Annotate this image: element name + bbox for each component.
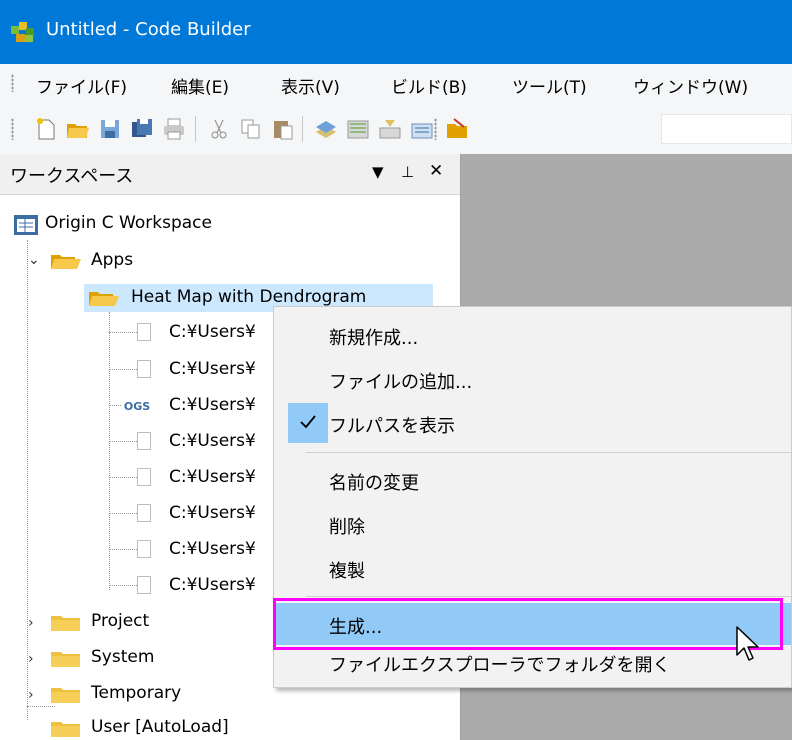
folder-open-icon <box>51 255 81 269</box>
chevron-right-icon[interactable]: › <box>28 651 34 667</box>
tree-file-item[interactable]: C:¥Users¥ <box>169 467 256 487</box>
dropdown-arrow-icon[interactable]: ▼ <box>372 163 384 181</box>
toolbar-combo[interactable] <box>661 114 792 144</box>
tree-item-temporary[interactable]: Temporary <box>91 683 181 703</box>
svg-text:OGS: OGS <box>124 400 150 413</box>
copy-icon[interactable] <box>238 116 264 142</box>
toolbar-grip[interactable] <box>11 118 14 140</box>
ogs-file-icon: OGS <box>122 395 152 415</box>
code-builder-app-icon <box>11 22 34 42</box>
folder-icon <box>51 688 80 703</box>
print-icon[interactable] <box>161 116 187 142</box>
chevron-down-icon[interactable]: ⌄ <box>28 252 40 268</box>
folder-icon <box>51 616 80 631</box>
tree-line <box>109 369 137 371</box>
chevron-right-icon[interactable]: › <box>28 687 34 703</box>
menu-item-duplicate[interactable]: 複製 <box>274 548 791 588</box>
menubar-grip[interactable] <box>11 74 14 92</box>
new-file-icon[interactable] <box>33 116 59 142</box>
open-workspace-icon[interactable] <box>445 116 471 142</box>
file-icon <box>137 323 151 341</box>
tree-item-system[interactable]: System <box>91 647 154 667</box>
menu-build[interactable]: ビルド(B) <box>391 73 467 98</box>
tree-line <box>109 332 137 334</box>
debug-build-icon[interactable] <box>377 116 403 142</box>
menu-edit[interactable]: 編集(E) <box>171 73 229 98</box>
toolbar-separator <box>302 116 303 142</box>
toolbar-grip-2[interactable] <box>434 118 437 140</box>
folder-icon <box>51 652 80 667</box>
title-bar: Untitled - Code Builder <box>0 0 792 64</box>
tree-line <box>109 405 123 407</box>
build-all-icon[interactable] <box>409 116 435 142</box>
folder-icon <box>51 722 80 737</box>
menu-window[interactable]: ウィンドウ(W) <box>633 73 748 98</box>
toolbar <box>0 102 792 155</box>
file-icon <box>137 504 151 522</box>
menu-item-show-full-path[interactable]: フルパスを表示 <box>274 403 791 443</box>
tree-line <box>109 549 137 551</box>
tree-item-apps[interactable]: Apps <box>91 250 133 270</box>
tree-line <box>109 513 137 515</box>
workspace-icon <box>14 215 38 235</box>
pin-icon[interactable]: ⊥ <box>401 163 414 181</box>
tree-file-item[interactable]: C:¥Users¥ <box>169 431 256 451</box>
tree-file-item[interactable]: C:¥Users¥ <box>169 322 256 342</box>
menu-item-rename[interactable]: 名前の変更 <box>274 460 791 500</box>
menu-separator <box>306 596 791 597</box>
close-icon[interactable]: ✕ <box>429 161 443 181</box>
menu-item-delete[interactable]: 削除 <box>274 504 791 544</box>
menu-item-new[interactable]: 新規作成... <box>274 315 791 355</box>
toolbar-separator <box>195 116 196 142</box>
file-icon <box>137 540 151 558</box>
tree-file-item[interactable]: C:¥Users¥ <box>169 539 256 559</box>
tree-file-item[interactable]: C:¥Users¥ <box>169 359 256 379</box>
menu-tools[interactable]: ツール(T) <box>512 73 587 98</box>
file-icon <box>137 360 151 378</box>
tree-file-item[interactable]: C:¥Users¥ <box>169 503 256 523</box>
menu-view[interactable]: 表示(V) <box>281 73 340 98</box>
mouse-cursor-icon <box>736 626 759 661</box>
file-icon <box>137 432 151 450</box>
build-icon[interactable] <box>313 116 339 142</box>
tree-file-item[interactable]: C:¥Users¥ <box>169 395 256 415</box>
tree-file-item[interactable]: C:¥Users¥ <box>169 575 256 595</box>
rebuild-icon[interactable] <box>345 116 371 142</box>
file-icon <box>137 468 151 486</box>
chevron-right-icon[interactable]: › <box>28 615 34 631</box>
file-icon <box>137 576 151 594</box>
tree-line <box>27 240 29 720</box>
tree-line <box>109 477 137 479</box>
folder-open-icon <box>89 292 119 306</box>
annotation-highlight-box <box>273 598 783 650</box>
cut-icon[interactable] <box>206 116 232 142</box>
window-title: Untitled - Code Builder <box>46 19 251 40</box>
tree-line <box>109 441 137 443</box>
workspace-title: ワークスペース <box>10 166 134 187</box>
tree-line <box>109 585 137 587</box>
workspace-root[interactable]: Origin C Workspace <box>45 213 212 233</box>
menu-item-open-in-explorer[interactable]: ファイルエクスプローラでフォルダを開く <box>274 645 791 685</box>
tree-item-user-autoload[interactable]: User [AutoLoad] <box>91 717 229 737</box>
tree-item-heatmap[interactable]: Heat Map with Dendrogram <box>131 287 366 307</box>
menu-file[interactable]: ファイル(F) <box>36 73 127 98</box>
menu-item-add-files[interactable]: ファイルの追加... <box>274 359 791 399</box>
workspace-header: ワークスペース ▼ ⊥ ✕ <box>0 154 460 195</box>
save-icon[interactable] <box>97 116 123 142</box>
tree-line <box>27 706 55 708</box>
menu-bar: ファイル(F) 編集(E) 表示(V) ビルド(B) ツール(T) ウィンドウ(… <box>0 64 792 102</box>
tree-item-project[interactable]: Project <box>91 611 149 631</box>
save-all-icon[interactable] <box>129 116 155 142</box>
menu-separator <box>306 452 791 453</box>
paste-icon[interactable] <box>270 116 296 142</box>
open-folder-icon[interactable] <box>65 116 91 142</box>
checkmark-icon <box>300 415 316 429</box>
